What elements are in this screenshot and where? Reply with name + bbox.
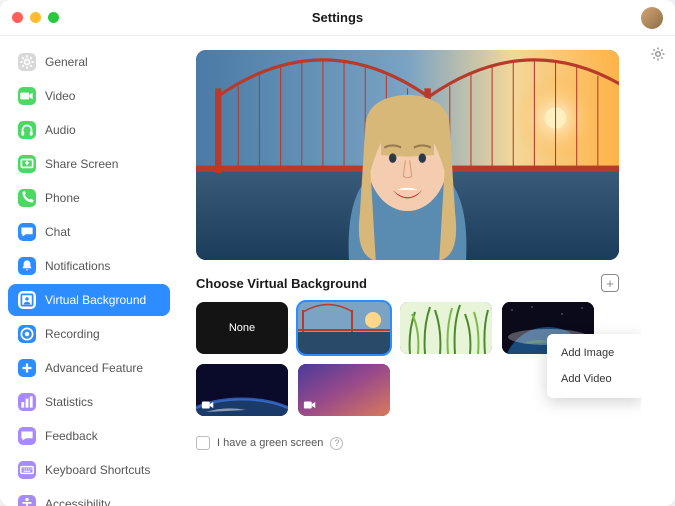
- thumb-none-label: None: [229, 322, 255, 334]
- video-badge-icon: [201, 398, 215, 412]
- right-column: [641, 36, 675, 506]
- sidebar-item-phone[interactable]: Phone: [8, 182, 170, 214]
- sidebar-item-label: Audio: [45, 123, 76, 137]
- section-header: Choose Virtual Background +: [196, 274, 619, 292]
- thumb-none[interactable]: None: [196, 302, 288, 354]
- thumb-grass[interactable]: [400, 302, 492, 354]
- video-preview: [196, 50, 619, 260]
- share-screen-icon: [18, 155, 36, 173]
- sidebar-item-feedback[interactable]: Feedback: [8, 420, 170, 452]
- popup-add-image[interactable]: Add Image: [547, 340, 641, 366]
- green-screen-row: I have a green screen ?: [196, 436, 619, 450]
- chart-icon: [18, 393, 36, 411]
- chat-icon: [18, 223, 36, 241]
- sidebar-item-notifications[interactable]: Notifications: [8, 250, 170, 282]
- info-icon[interactable]: ?: [330, 437, 343, 450]
- sidebar-item-video[interactable]: Video: [8, 80, 170, 112]
- keyboard-icon: [18, 461, 36, 479]
- titlebar: Settings: [0, 0, 675, 36]
- maximize-button[interactable]: [48, 12, 59, 23]
- thumb-earth-horizon[interactable]: [196, 364, 288, 416]
- sidebar-item-label: Virtual Background: [45, 293, 146, 307]
- phone-icon: [18, 189, 36, 207]
- green-screen-label: I have a green screen: [217, 437, 323, 449]
- accessibility-icon: [18, 495, 36, 506]
- add-background-button[interactable]: +: [601, 274, 619, 292]
- sidebar-item-audio[interactable]: Audio: [8, 114, 170, 146]
- settings-window: Settings General Video Audio Share Scree…: [0, 0, 675, 506]
- virtual-background-icon: [18, 291, 36, 309]
- video-icon: [18, 87, 36, 105]
- sidebar-item-label: Advanced Feature: [45, 361, 143, 375]
- window-title: Settings: [312, 10, 363, 25]
- sidebar-item-keyboard-shortcuts[interactable]: Keyboard Shortcuts: [8, 454, 170, 486]
- gear-icon: [18, 53, 36, 71]
- sidebar-item-label: Feedback: [45, 429, 98, 443]
- gear-icon[interactable]: [650, 46, 666, 62]
- sidebar-item-label: Accessibility: [45, 497, 110, 506]
- sidebar-item-general[interactable]: General: [8, 46, 170, 78]
- popup-add-video[interactable]: Add Video: [547, 366, 641, 392]
- user-avatar[interactable]: [641, 7, 663, 29]
- sidebar-item-recording[interactable]: Recording: [8, 318, 170, 350]
- green-screen-checkbox[interactable]: [196, 436, 210, 450]
- close-button[interactable]: [12, 12, 23, 23]
- add-popup: Add Image Add Video: [547, 334, 641, 398]
- sidebar: General Video Audio Share Screen Phone C…: [0, 36, 178, 506]
- sidebar-item-label: Phone: [45, 191, 80, 205]
- thumb-gradient[interactable]: [298, 364, 390, 416]
- main-panel: Choose Virtual Background + None: [178, 36, 641, 506]
- sidebar-item-accessibility[interactable]: Accessibility: [8, 488, 170, 506]
- sidebar-item-label: Keyboard Shortcuts: [45, 463, 150, 477]
- feedback-icon: [18, 427, 36, 445]
- body: General Video Audio Share Screen Phone C…: [0, 36, 675, 506]
- sidebar-item-label: Statistics: [45, 395, 93, 409]
- minimize-button[interactable]: [30, 12, 41, 23]
- sidebar-item-label: Notifications: [45, 259, 110, 273]
- sidebar-item-statistics[interactable]: Statistics: [8, 386, 170, 418]
- plus-icon: [18, 359, 36, 377]
- video-badge-icon: [303, 398, 317, 412]
- sidebar-item-label: Video: [45, 89, 75, 103]
- recording-icon: [18, 325, 36, 343]
- bell-icon: [18, 257, 36, 275]
- sidebar-item-advanced[interactable]: Advanced Feature: [8, 352, 170, 384]
- sidebar-item-label: Chat: [45, 225, 70, 239]
- sidebar-item-chat[interactable]: Chat: [8, 216, 170, 248]
- sidebar-item-virtual-background[interactable]: Virtual Background: [8, 284, 170, 316]
- sidebar-item-share-screen[interactable]: Share Screen: [8, 148, 170, 180]
- sidebar-item-label: General: [45, 55, 88, 69]
- sidebar-item-label: Recording: [45, 327, 100, 341]
- thumb-golden-gate[interactable]: [298, 302, 390, 354]
- headphones-icon: [18, 121, 36, 139]
- section-title: Choose Virtual Background: [196, 276, 367, 291]
- window-controls: [12, 12, 59, 23]
- sidebar-item-label: Share Screen: [45, 157, 118, 171]
